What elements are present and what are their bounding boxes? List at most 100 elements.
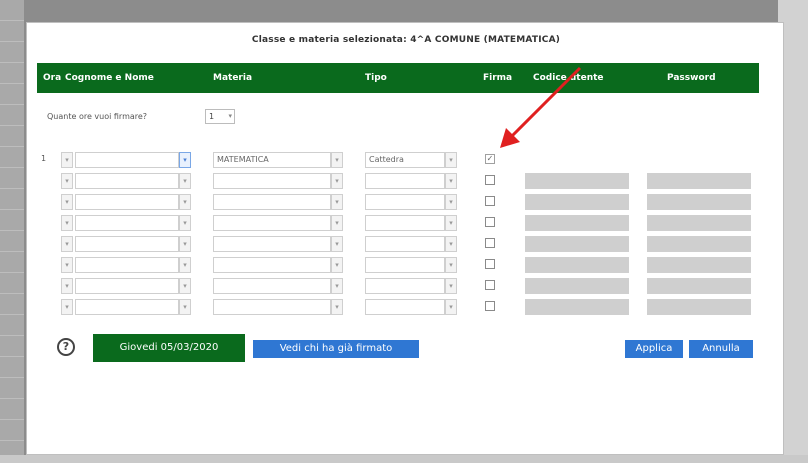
firma-checkbox[interactable] <box>485 259 495 269</box>
cognome-nome-dropdown-button[interactable]: ▾ <box>179 194 191 210</box>
annulla-button[interactable]: Annulla <box>689 340 753 358</box>
corner-mark: ² <box>747 59 751 69</box>
password-field[interactable] <box>647 278 751 294</box>
codice-utente-field[interactable] <box>525 173 629 189</box>
codice-utente-field[interactable] <box>525 299 629 315</box>
materia-dropdown-button[interactable]: ▾ <box>331 236 343 252</box>
ora-dropdown-button[interactable]: ▾ <box>61 257 73 273</box>
cognome-nome-select[interactable] <box>75 173 179 189</box>
cognome-nome-select[interactable] <box>75 236 179 252</box>
table-row: ▾ ▾ ▾ ▾ <box>27 298 785 316</box>
header-firma: Firma <box>483 73 513 83</box>
backdrop-stripe <box>0 84 24 105</box>
codice-utente-field[interactable] <box>525 257 629 273</box>
tipo-dropdown-button[interactable]: ▾ <box>445 236 457 252</box>
firma-checkbox[interactable] <box>485 238 495 248</box>
tipo-select[interactable] <box>365 257 445 273</box>
materia-dropdown-button[interactable]: ▾ <box>331 194 343 210</box>
firma-checkbox[interactable] <box>485 280 495 290</box>
materia-select[interactable] <box>213 257 331 273</box>
materia-select[interactable] <box>213 236 331 252</box>
backdrop-stripe <box>0 378 24 399</box>
header-cognome-nome: Cognome e Nome <box>65 73 154 83</box>
materia-dropdown-button[interactable]: ▾ <box>331 173 343 189</box>
ora-dropdown-button[interactable]: ▾ <box>61 173 73 189</box>
row-number: 1 <box>41 154 47 163</box>
cognome-nome-select[interactable] <box>75 278 179 294</box>
cognome-nome-select[interactable] <box>75 152 179 168</box>
password-field[interactable] <box>647 215 751 231</box>
header-tipo: Tipo <box>365 73 387 83</box>
tipo-select[interactable] <box>365 215 445 231</box>
backdrop-stripe <box>0 126 24 147</box>
cognome-nome-dropdown-button[interactable]: ▾ <box>179 278 191 294</box>
codice-utente-field[interactable] <box>525 194 629 210</box>
tipo-dropdown-button[interactable]: ▾ <box>445 299 457 315</box>
codice-utente-field[interactable] <box>525 236 629 252</box>
firma-checkbox[interactable]: ✓ <box>485 154 495 164</box>
ora-dropdown-button[interactable]: ▾ <box>61 278 73 294</box>
materia-dropdown-button[interactable]: ▾ <box>331 278 343 294</box>
firma-checkbox[interactable] <box>485 217 495 227</box>
materia-dropdown-button[interactable]: ▾ <box>331 152 343 168</box>
ora-dropdown-button[interactable]: ▾ <box>61 152 73 168</box>
password-field[interactable] <box>647 173 751 189</box>
materia-dropdown-button[interactable]: ▾ <box>331 257 343 273</box>
help-icon[interactable]: ? <box>57 338 75 356</box>
tipo-dropdown-button[interactable]: ▾ <box>445 215 457 231</box>
cognome-nome-dropdown-button[interactable]: ▾ <box>179 215 191 231</box>
header-ora: Ora <box>43 73 62 83</box>
tipo-dropdown-button[interactable]: ▾ <box>445 278 457 294</box>
cognome-nome-select[interactable] <box>75 257 179 273</box>
codice-utente-field[interactable] <box>525 278 629 294</box>
tipo-select[interactable] <box>365 278 445 294</box>
firma-checkbox[interactable] <box>485 301 495 311</box>
backdrop-stripe <box>0 21 24 42</box>
cognome-nome-dropdown-button[interactable]: ▾ <box>179 173 191 189</box>
password-field[interactable] <box>647 257 751 273</box>
tipo-select[interactable] <box>365 173 445 189</box>
cognome-nome-select[interactable] <box>75 194 179 210</box>
cognome-nome-dropdown-button[interactable]: ▾ <box>179 257 191 273</box>
ora-dropdown-button[interactable]: ▾ <box>61 299 73 315</box>
date-button[interactable]: Giovedi 05/03/2020 <box>93 334 245 362</box>
tipo-select[interactable]: Cattedra <box>365 152 445 168</box>
materia-select[interactable] <box>213 173 331 189</box>
password-field[interactable] <box>647 194 751 210</box>
ora-dropdown-button[interactable]: ▾ <box>61 236 73 252</box>
vedi-chi-ha-firmato-button[interactable]: Vedi chi ha già firmato <box>253 340 419 358</box>
materia-select[interactable] <box>213 299 331 315</box>
materia-select[interactable] <box>213 215 331 231</box>
password-field[interactable] <box>647 299 751 315</box>
tipo-select[interactable] <box>365 194 445 210</box>
ora-dropdown-button[interactable]: ▾ <box>61 194 73 210</box>
cognome-nome-dropdown-button[interactable]: ▾ <box>179 152 191 168</box>
materia-select[interactable] <box>213 194 331 210</box>
cognome-nome-dropdown-button[interactable]: ▾ <box>179 236 191 252</box>
tipo-select[interactable] <box>365 236 445 252</box>
header-password: Password <box>667 73 716 83</box>
table-row: ▾ ▾ ▾ ▾ <box>27 235 785 253</box>
materia-dropdown-button[interactable]: ▾ <box>331 215 343 231</box>
firma-checkbox[interactable] <box>485 175 495 185</box>
backdrop-stripe <box>0 168 24 189</box>
tipo-dropdown-button[interactable]: ▾ <box>445 194 457 210</box>
tipo-dropdown-button[interactable]: ▾ <box>445 173 457 189</box>
ora-dropdown-button[interactable]: ▾ <box>61 215 73 231</box>
codice-utente-field[interactable] <box>525 215 629 231</box>
password-field[interactable] <box>647 236 751 252</box>
quante-ore-select[interactable]: 1 ▾ <box>205 109 235 124</box>
materia-select[interactable] <box>213 278 331 294</box>
cognome-nome-select[interactable] <box>75 299 179 315</box>
materia-dropdown-button[interactable]: ▾ <box>331 299 343 315</box>
applica-button[interactable]: Applica <box>625 340 683 358</box>
cognome-nome-dropdown-button[interactable]: ▾ <box>179 299 191 315</box>
backdrop-stripe <box>0 294 24 315</box>
tipo-dropdown-button[interactable]: ▾ <box>445 257 457 273</box>
cognome-nome-select[interactable] <box>75 215 179 231</box>
materia-select[interactable]: MATEMATICA <box>213 152 331 168</box>
tipo-dropdown-button[interactable]: ▾ <box>445 152 457 168</box>
tipo-select[interactable] <box>365 299 445 315</box>
backdrop-stripe <box>0 210 24 231</box>
firma-checkbox[interactable] <box>485 196 495 206</box>
